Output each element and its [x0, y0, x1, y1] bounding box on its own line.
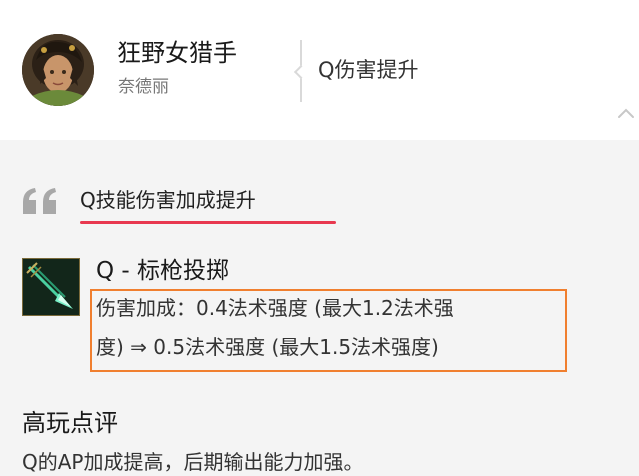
champion-avatar[interactable]	[22, 34, 94, 106]
ability-detail-line-1: 伤害加成：0.4法术强度 (最大1.2法术强	[96, 296, 454, 320]
ability-detail-line-2: 度) ⇒ 0.5法术强度 (最大1.5法术强度)	[96, 335, 439, 359]
divider-notch	[293, 64, 309, 80]
champion-portrait-icon	[22, 34, 94, 106]
review-text: Q的AP加成提高，后期输出能力加强。	[22, 450, 364, 474]
champion-title: 奈德丽	[118, 77, 169, 97]
javelin-toss-icon	[23, 259, 79, 315]
champion-header: 狂野女猎手 奈德丽 Q伤害提升	[0, 0, 639, 140]
change-summary: Q伤害提升	[318, 58, 419, 82]
ability-icon-frame	[22, 258, 80, 316]
champion-name: 狂野女猎手	[117, 39, 237, 67]
headline-underline	[80, 221, 336, 224]
ability-name: Q - 标枪投掷	[96, 258, 230, 284]
change-headline: Q技能伤害加成提升	[80, 188, 256, 212]
chevron-up-icon[interactable]	[617, 106, 635, 120]
quote-icon	[23, 188, 56, 214]
review-heading: 高玩点评	[22, 409, 118, 437]
